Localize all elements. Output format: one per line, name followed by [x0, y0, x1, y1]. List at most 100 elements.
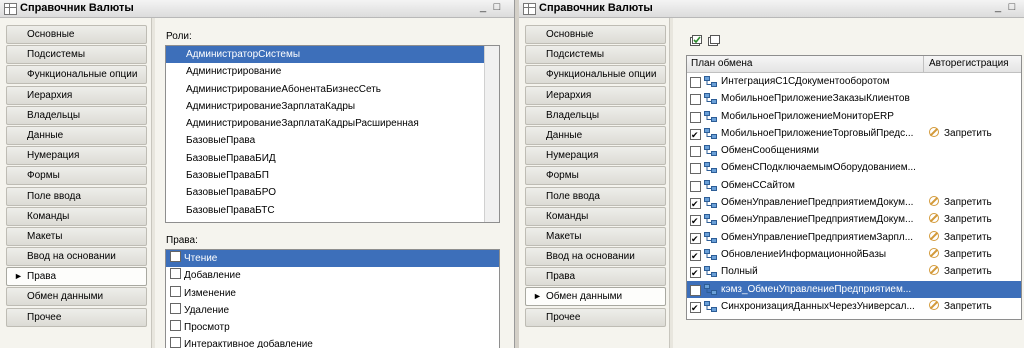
nav-item[interactable]: Макеты: [525, 226, 666, 246]
table-row[interactable]: ОбменСПодключаемымОборудованием...: [687, 159, 1021, 176]
nav-item[interactable]: ► Права: [6, 267, 147, 287]
nav-item[interactable]: Основные: [525, 25, 666, 44]
roles-list[interactable]: АдминистраторСистемы Администрирование Адм…: [165, 45, 500, 223]
autoregistration-value[interactable]: Запретить: [929, 298, 992, 315]
role-item[interactable]: БазовыеПраваБРО: [166, 184, 499, 201]
table-row[interactable]: МобильноеПриложениеТорговыйПредс... Запре…: [687, 125, 1021, 144]
exchange-plans-table[interactable]: План обмена Авторегистрация ИнтеграцияС1…: [686, 55, 1022, 320]
nav-item[interactable]: Обмен данными: [6, 287, 147, 307]
table-row[interactable]: кэмз_ОбменУправлениеПредприятием...: [687, 280, 1021, 298]
nav-item[interactable]: Подсистемы: [6, 45, 147, 65]
role-item[interactable]: БазовыеПраваБТС: [166, 202, 499, 219]
uncheck-all-icon[interactable]: [708, 35, 720, 46]
role-item[interactable]: Администрирование: [166, 63, 499, 80]
column-plan[interactable]: План обмена: [691, 58, 752, 69]
nav-item[interactable]: Функциональные опции: [6, 65, 147, 85]
nav-item[interactable]: Прочее: [525, 307, 666, 327]
role-item[interactable]: БазовыеПраваБП: [166, 167, 499, 184]
nav-item[interactable]: Команды: [525, 206, 666, 226]
table-row[interactable]: Полный Запретить: [687, 263, 1021, 282]
nav-item[interactable]: Прочее: [6, 307, 147, 327]
nav-item[interactable]: Подсистемы: [525, 45, 666, 65]
nav-item[interactable]: Иерархия: [525, 85, 666, 105]
minimize-button[interactable]: _: [991, 1, 1005, 14]
role-item[interactable]: АдминистрированиеЗарплатаКадры: [166, 98, 499, 115]
table-row[interactable]: МобильноеПриложениеМониторERP: [687, 108, 1021, 125]
row-checkbox[interactable]: [690, 111, 701, 123]
autoregistration-value[interactable]: Запретить: [929, 246, 992, 263]
role-item[interactable]: АдминистрированиеАбонентаБизнесСеть: [166, 81, 499, 98]
table-row[interactable]: ИнтеграцияС1СДокументооборотом: [687, 73, 1021, 90]
table-row[interactable]: ОбновлениеИнформационнойБазы Запретить: [687, 246, 1021, 265]
nav-item[interactable]: Основные: [6, 25, 147, 44]
maximize-button[interactable]: □: [490, 1, 504, 14]
nav-item[interactable]: Ввод на основании: [6, 247, 147, 267]
right-item[interactable]: Просмотр: [166, 319, 499, 336]
table-row[interactable]: ОбменСообщениями: [687, 142, 1021, 159]
table-row[interactable]: ОбменУправлениеПредприятиемДокум... Запре…: [687, 211, 1021, 230]
right-checkbox[interactable]: [170, 285, 181, 297]
row-checkbox[interactable]: [690, 77, 701, 88]
right-item[interactable]: Удаление: [166, 302, 499, 319]
right-item[interactable]: Добавление: [166, 267, 499, 284]
table-row[interactable]: ОбменССайтом: [687, 177, 1021, 194]
nav-item[interactable]: Формы: [525, 166, 666, 186]
right-checkbox[interactable]: [170, 251, 181, 262]
minimize-button[interactable]: _: [476, 1, 490, 14]
role-item[interactable]: АдминистрированиеЗарплатаКадрыРасширенна…: [166, 115, 499, 132]
nav-item[interactable]: Иерархия: [6, 85, 147, 105]
row-checkbox[interactable]: [690, 196, 701, 213]
splitter[interactable]: [669, 18, 673, 348]
splitter[interactable]: [151, 18, 155, 348]
nav-item[interactable]: Поле ввода: [6, 186, 147, 206]
nav-item[interactable]: Нумерация: [525, 146, 666, 166]
nav-item[interactable]: Макеты: [6, 226, 147, 246]
nav-item[interactable]: Владельцы: [6, 105, 147, 125]
autoregistration-value[interactable]: Запретить: [929, 263, 992, 280]
check-all-icon[interactable]: [690, 35, 702, 46]
column-autoregistration[interactable]: Авторегистрация: [929, 58, 1009, 69]
nav-item[interactable]: Права: [525, 267, 666, 287]
autoregistration-value[interactable]: Запретить: [929, 211, 992, 228]
row-checkbox[interactable]: [690, 180, 701, 192]
role-item[interactable]: БазовыеПрава: [166, 132, 499, 149]
autoregistration-value[interactable]: Запретить: [929, 125, 992, 142]
row-checkbox[interactable]: [690, 127, 701, 144]
right-checkbox[interactable]: [170, 302, 181, 314]
role-item[interactable]: БазовыеПраваБИД: [166, 150, 499, 167]
nav-item[interactable]: Данные: [6, 125, 147, 145]
row-checkbox[interactable]: [690, 248, 701, 265]
roles-scrollbar[interactable]: [484, 46, 499, 222]
nav-item[interactable]: ► Обмен данными: [525, 287, 666, 307]
right-checkbox[interactable]: [170, 337, 181, 348]
nav-item[interactable]: Владельцы: [525, 105, 666, 125]
autoregistration-value[interactable]: Запретить: [929, 229, 992, 246]
row-checkbox[interactable]: [690, 163, 701, 175]
row-checkbox[interactable]: [690, 231, 701, 248]
table-row[interactable]: СинхронизацияДанныхЧерезУниверсал... Запр…: [687, 298, 1021, 317]
nav-item[interactable]: Поле ввода: [525, 186, 666, 206]
autoregistration-value[interactable]: Запретить: [929, 194, 992, 211]
nav-item[interactable]: Функциональные опции: [525, 65, 666, 85]
right-item[interactable]: Интерактивное добавление: [166, 336, 499, 348]
row-checkbox[interactable]: [690, 94, 701, 106]
row-checkbox[interactable]: [690, 213, 701, 230]
right-checkbox[interactable]: [170, 320, 181, 332]
right-item[interactable]: Чтение: [166, 250, 499, 268]
rights-list[interactable]: Чтение Добавление Изменение Удаление Просмот…: [165, 249, 500, 348]
row-checkbox[interactable]: [690, 300, 701, 317]
row-checkbox[interactable]: [690, 265, 701, 282]
row-checkbox[interactable]: [690, 284, 701, 296]
maximize-button[interactable]: □: [1005, 1, 1019, 14]
role-item[interactable]: АдминистраторСистемы: [166, 46, 499, 64]
right-checkbox[interactable]: [170, 268, 181, 280]
nav-item[interactable]: Нумерация: [6, 146, 147, 166]
row-checkbox[interactable]: [690, 146, 701, 158]
nav-item[interactable]: Ввод на основании: [525, 247, 666, 267]
nav-item[interactable]: Команды: [6, 206, 147, 226]
table-row[interactable]: ОбменУправлениеПредприятиемДокум... Запре…: [687, 194, 1021, 213]
nav-item[interactable]: Формы: [6, 166, 147, 186]
table-row[interactable]: МобильноеПриложениеЗаказыКлиентов: [687, 90, 1021, 107]
nav-item[interactable]: Данные: [525, 125, 666, 145]
right-item[interactable]: Изменение: [166, 285, 499, 302]
